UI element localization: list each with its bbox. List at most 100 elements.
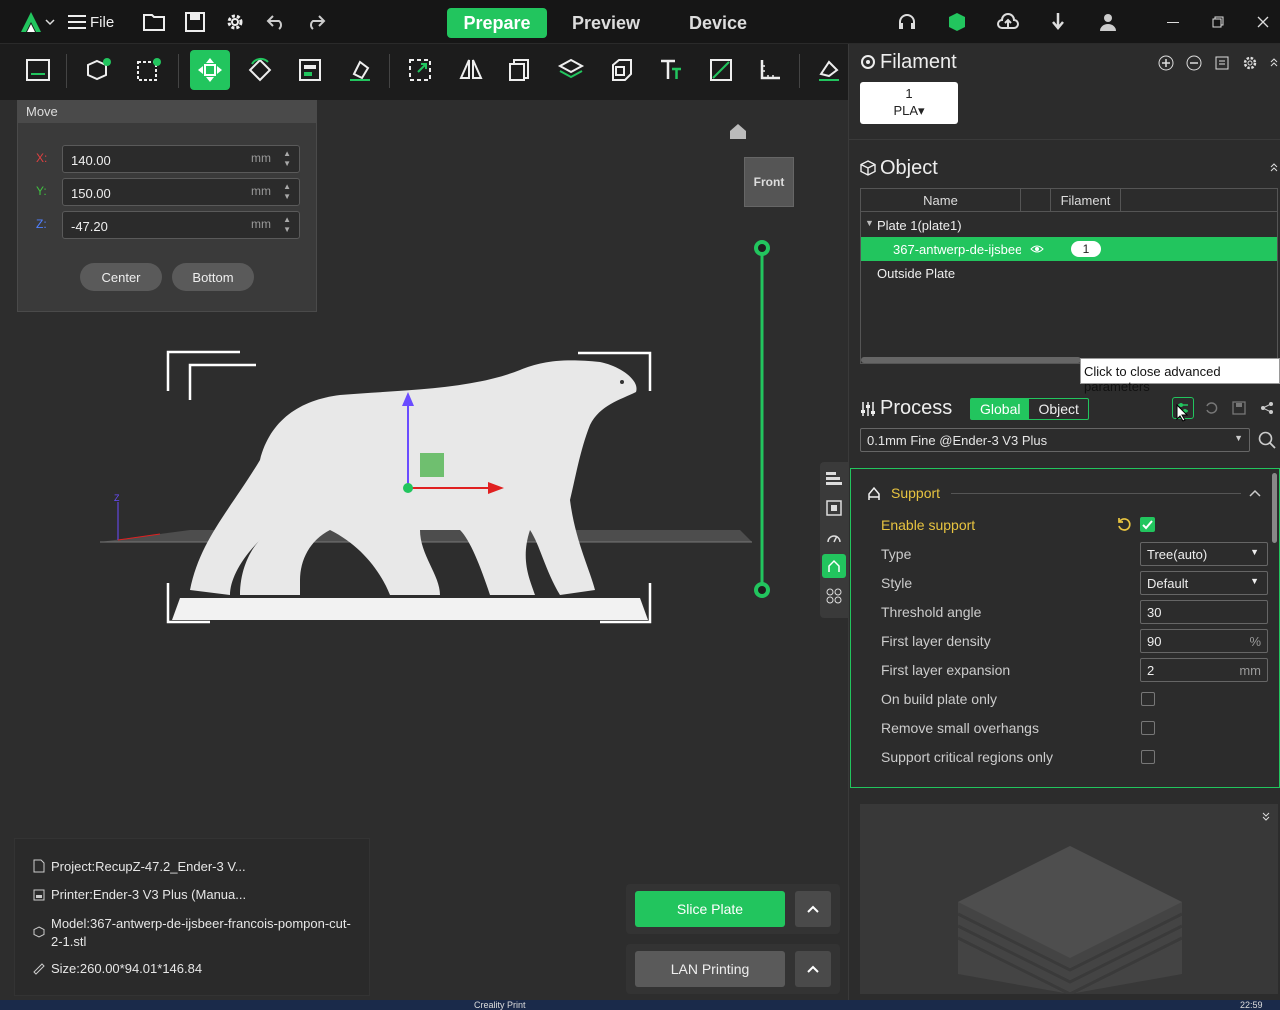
text-tool-button[interactable]: [651, 50, 691, 90]
add-part-button[interactable]: [79, 50, 119, 90]
edit-filament-icon[interactable]: [1213, 54, 1231, 72]
filament-settings-icon[interactable]: [1241, 54, 1259, 72]
x-value[interactable]: 140.00: [71, 153, 111, 168]
enable-support-checkbox[interactable]: [1140, 517, 1155, 532]
lay-on-face-button[interactable]: [340, 50, 380, 90]
align-icon[interactable]: [826, 470, 842, 486]
dropdown-arrow-icon[interactable]: ▼: [1234, 433, 1243, 443]
column-header-name[interactable]: Name: [861, 189, 1021, 211]
redo-icon[interactable]: [305, 11, 327, 33]
threshold-angle-input[interactable]: 30: [1140, 600, 1268, 624]
speed-gauge-icon[interactable]: [826, 530, 842, 546]
mirror-tool-button[interactable]: [451, 50, 491, 90]
plate-row[interactable]: ▼ Plate 1(plate1): [861, 213, 1277, 237]
remove-filament-icon[interactable]: [1185, 54, 1203, 72]
expand-triangle-icon[interactable]: ▼: [865, 218, 874, 228]
y-spinner-icon[interactable]: ▲ ▼: [283, 182, 291, 202]
move-tool-button[interactable]: [190, 50, 230, 90]
hollow-tool-button[interactable]: [601, 50, 641, 90]
bottom-button[interactable]: Bottom: [172, 263, 254, 291]
view-cube[interactable]: Front: [744, 157, 794, 207]
chevron-down-icon[interactable]: [44, 16, 56, 28]
add-filament-icon[interactable]: [1157, 54, 1175, 72]
collapse-support-icon[interactable]: [1247, 485, 1263, 501]
z-value[interactable]: -47.20: [71, 219, 108, 234]
multi-part-icon[interactable]: [826, 588, 842, 604]
lan-options-button[interactable]: [795, 951, 831, 987]
horizontal-scrollbar[interactable]: [861, 357, 1081, 363]
first-layer-expansion-input[interactable]: 2 mm: [1140, 658, 1268, 682]
plate-view-button[interactable]: [18, 50, 58, 90]
cloud-upload-icon[interactable]: [996, 11, 1020, 33]
headset-icon[interactable]: [896, 12, 918, 32]
column-header-filament[interactable]: Filament: [1051, 189, 1121, 211]
remove-small-overhangs-checkbox[interactable]: [1141, 721, 1155, 735]
vertical-scrollbar[interactable]: [1272, 473, 1277, 543]
app-logo-icon[interactable]: [18, 10, 44, 34]
search-icon[interactable]: [1257, 430, 1277, 450]
cut-tool-button[interactable]: [500, 50, 540, 90]
layers-tool-button[interactable]: [551, 50, 591, 90]
z-spinner-icon[interactable]: ▲ ▼: [283, 215, 291, 235]
filament-slot-1[interactable]: 1 PLA▾: [860, 82, 958, 124]
model-row[interactable]: 367-antwerp-de-ijsbeer 1: [861, 237, 1277, 261]
z-input[interactable]: -47.20 mm ▲ ▼: [62, 211, 300, 239]
taskbar-app-label[interactable]: Creality Print: [474, 1000, 526, 1010]
critical-regions-checkbox[interactable]: [1141, 750, 1155, 764]
plate-grid-icon[interactable]: [826, 500, 842, 516]
outside-plate-row[interactable]: Outside Plate: [861, 261, 1277, 285]
model-store-icon[interactable]: [946, 11, 968, 33]
open-folder-icon[interactable]: [143, 11, 167, 33]
download-icon[interactable]: [1047, 11, 1069, 33]
x-spinner-icon[interactable]: ▲ ▼: [283, 149, 291, 169]
reset-icon[interactable]: [1202, 399, 1220, 417]
tab-device[interactable]: Device: [668, 8, 768, 38]
undo-icon[interactable]: [265, 11, 287, 33]
support-type-select[interactable]: Tree(auto) ▼: [1140, 542, 1268, 566]
menu-icon[interactable]: [67, 13, 87, 31]
build-plate-only-checkbox[interactable]: [1141, 692, 1155, 706]
threshold-angle-value[interactable]: 30: [1147, 605, 1161, 620]
first-layer-expansion-value[interactable]: 2: [1147, 663, 1154, 678]
center-button[interactable]: Center: [80, 263, 162, 291]
collapse-filament-icon[interactable]: [1269, 54, 1279, 72]
arrange-tool-button[interactable]: [290, 50, 330, 90]
tab-object[interactable]: Object: [1029, 399, 1087, 419]
minimize-icon[interactable]: [1165, 14, 1181, 30]
settings-gear-icon[interactable]: [224, 11, 246, 33]
user-avatar-icon[interactable]: [1097, 11, 1119, 33]
dropdown-arrow-icon[interactable]: ▼: [1250, 576, 1259, 586]
collapse-object-icon[interactable]: [1269, 162, 1279, 174]
slice-plate-button[interactable]: Slice Plate: [635, 891, 785, 927]
x-input[interactable]: 140.00 mm ▲ ▼: [62, 145, 300, 173]
paint-seam-button[interactable]: [701, 50, 741, 90]
restore-icon[interactable]: [1210, 14, 1226, 30]
measure-tool-button[interactable]: [750, 50, 790, 90]
y-input[interactable]: 150.00 mm ▲ ▼: [62, 178, 300, 206]
filament-slot-type[interactable]: PLA▾: [860, 103, 958, 119]
reset-support-icon[interactable]: [1115, 516, 1133, 534]
rotate-tool-button[interactable]: [240, 50, 280, 90]
home-icon[interactable]: [726, 120, 750, 142]
tab-global[interactable]: Global: [971, 399, 1030, 419]
support-style-select[interactable]: Default ▼: [1140, 571, 1268, 595]
file-menu[interactable]: File: [90, 14, 114, 31]
first-layer-density-input[interactable]: 90 %: [1140, 629, 1268, 653]
dropdown-arrow-icon[interactable]: ▼: [1250, 547, 1259, 557]
process-preset-select[interactable]: 0.1mm Fine @Ender-3 V3 Plus ▼: [860, 428, 1250, 452]
save-icon[interactable]: [184, 11, 206, 33]
add-plate-button[interactable]: [129, 50, 169, 90]
save-preset-icon[interactable]: [1230, 399, 1248, 417]
support-paint-button[interactable]: [810, 50, 848, 90]
support-icon[interactable]: [822, 554, 846, 578]
y-value[interactable]: 150.00: [71, 186, 111, 201]
tab-preview[interactable]: Preview: [556, 8, 656, 38]
visibility-eye-icon[interactable]: [1029, 242, 1045, 256]
slice-options-button[interactable]: [795, 891, 831, 927]
tab-prepare[interactable]: Prepare: [447, 8, 547, 38]
lan-printing-button[interactable]: LAN Printing: [635, 951, 785, 987]
share-preset-icon[interactable]: [1258, 399, 1276, 417]
model-filament-badge[interactable]: 1: [1071, 241, 1101, 257]
scale-tool-button[interactable]: [400, 50, 440, 90]
first-layer-density-value[interactable]: 90: [1147, 634, 1161, 649]
